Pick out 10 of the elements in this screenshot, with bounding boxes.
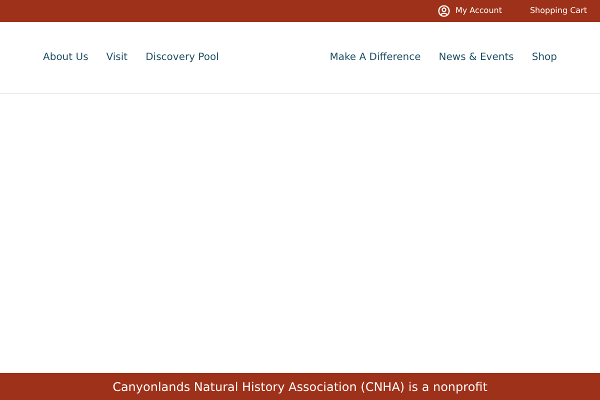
nav-link[interactable]: Discovery Pool — [146, 50, 219, 65]
nav-link[interactable]: About Us — [43, 50, 88, 65]
nav-link[interactable]: News & Events — [438, 50, 514, 65]
user-icon — [438, 5, 450, 17]
nav-link[interactable]: Shop — [532, 50, 557, 65]
nav-link[interactable]: Visit — [106, 50, 128, 65]
footer-text: Canyonlands Natural History Association (CNHA) is a nonprofit — [112, 378, 488, 396]
nav-link[interactable]: Make A Difference — [330, 50, 421, 65]
account-link[interactable]: My Account — [438, 5, 502, 17]
shopping-cart-link[interactable]: Shopping Cart — [530, 5, 587, 17]
